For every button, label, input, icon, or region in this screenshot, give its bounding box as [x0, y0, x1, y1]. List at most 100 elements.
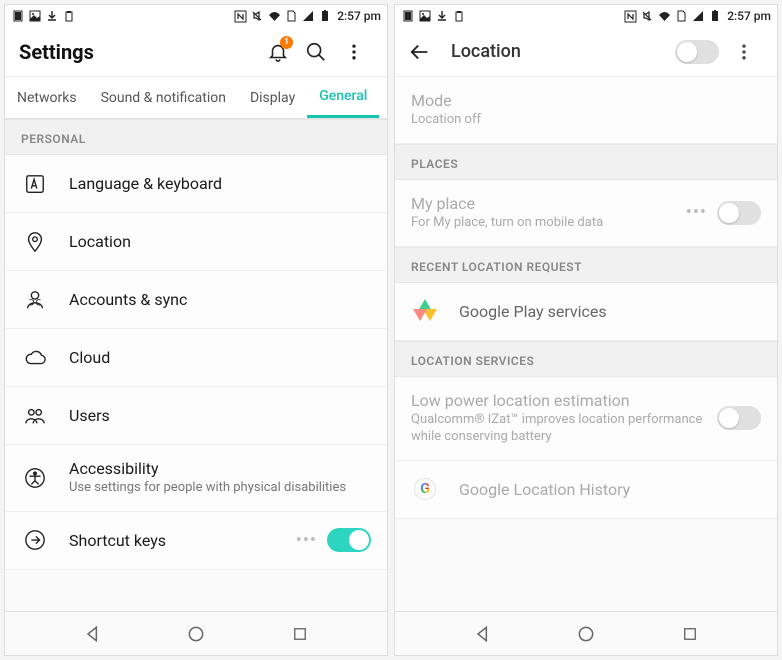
nav-recent[interactable] — [674, 618, 706, 650]
battery-icon — [318, 9, 332, 23]
status-bar: 2:57 pm — [395, 5, 777, 27]
overflow-menu-button[interactable] — [725, 33, 763, 71]
tab-general[interactable]: General — [307, 77, 379, 118]
row-sublabel: Location off — [411, 112, 761, 129]
picture-icon — [28, 9, 42, 23]
wifi-icon — [267, 9, 281, 23]
phone-location: 2:57 pm Location Mode Location off PLACE… — [394, 4, 778, 656]
battery100-icon — [11, 9, 25, 23]
mute-icon — [250, 9, 264, 23]
status-time: 2:57 pm — [337, 9, 381, 23]
accounts-icon — [21, 286, 49, 314]
row-users[interactable]: Users — [5, 387, 387, 445]
row-label: Low power location estimation — [411, 391, 717, 410]
wifi-icon — [657, 9, 671, 23]
status-bar-left — [401, 9, 466, 23]
search-button[interactable] — [297, 33, 335, 71]
row-google-location-history[interactable]: G Google Location History — [395, 461, 777, 519]
nav-bar — [395, 611, 777, 655]
row-cloud[interactable]: Cloud — [5, 329, 387, 387]
row-shortcut-keys[interactable]: Shortcut keys ••• — [5, 512, 387, 570]
nav-home[interactable] — [570, 618, 602, 650]
cloud-icon — [21, 344, 49, 372]
nfc-icon — [233, 9, 247, 23]
settings-header: Settings 1 — [5, 27, 387, 77]
section-personal: PERSONAL — [5, 119, 387, 155]
row-label: Language & keyboard — [69, 174, 371, 193]
nfc-icon — [623, 9, 637, 23]
signal-icon — [691, 9, 705, 23]
section-places: PLACES — [395, 144, 777, 180]
notification-badge: 1 — [280, 36, 293, 49]
my-place-toggle[interactable] — [717, 201, 761, 225]
row-label: Google Play services — [459, 302, 761, 321]
row-label: Accessibility — [69, 459, 371, 478]
row-label: Google Location History — [459, 480, 761, 499]
download-icon — [435, 9, 449, 23]
google-g-icon: G — [411, 475, 439, 503]
row-label: Shortcut keys — [69, 531, 296, 550]
row-sublabel: Use settings for people with physical di… — [69, 480, 371, 497]
nav-back[interactable] — [467, 618, 499, 650]
settings-list[interactable]: PERSONAL Language & keyboard Location Ac… — [5, 119, 387, 611]
row-accessibility[interactable]: Accessibility Use settings for people wi… — [5, 445, 387, 512]
location-pin-icon — [21, 228, 49, 256]
nav-recent[interactable] — [284, 618, 316, 650]
row-language-keyboard[interactable]: Language & keyboard — [5, 155, 387, 213]
row-sublabel: For My place, turn on mobile data — [411, 215, 686, 232]
row-my-place[interactable]: My place For My place, turn on mobile da… — [395, 180, 777, 247]
language-icon — [21, 170, 49, 198]
row-label: My place — [411, 194, 686, 213]
doc-icon — [674, 9, 688, 23]
row-location[interactable]: Location — [5, 213, 387, 271]
row-accounts-sync[interactable]: Accounts & sync — [5, 271, 387, 329]
tab-display[interactable]: Display — [238, 77, 307, 118]
location-header: Location — [395, 27, 777, 77]
google-play-icon — [411, 297, 439, 325]
row-label: Users — [69, 406, 371, 425]
clipboard-icon — [452, 9, 466, 23]
status-time: 2:57 pm — [727, 9, 771, 23]
page-title: Settings — [19, 40, 259, 64]
status-bar: 2:57 pm — [5, 5, 387, 27]
download-icon — [45, 9, 59, 23]
back-button[interactable] — [401, 33, 439, 71]
clipboard-icon — [62, 9, 76, 23]
settings-tabs: Networks Sound & notification Display Ge… — [5, 77, 387, 119]
more-dots-icon[interactable]: ••• — [296, 530, 317, 551]
shortcut-icon — [21, 526, 49, 554]
doc-icon — [284, 9, 298, 23]
battery100-icon — [401, 9, 415, 23]
shortcut-toggle[interactable] — [327, 528, 371, 552]
users-icon — [21, 402, 49, 430]
battery-icon — [708, 9, 722, 23]
status-bar-right: 2:57 pm — [233, 9, 381, 23]
mute-icon — [640, 9, 654, 23]
accessibility-icon — [21, 464, 49, 492]
row-label: Location — [69, 232, 371, 251]
nav-home[interactable] — [180, 618, 212, 650]
row-sublabel: Qualcomm® IZat™ improves location perfor… — [411, 412, 717, 446]
section-location-services: LOCATION SERVICES — [395, 341, 777, 377]
row-label: Accounts & sync — [69, 290, 371, 309]
signal-icon — [301, 9, 315, 23]
status-bar-right: 2:57 pm — [623, 9, 771, 23]
row-google-play-services[interactable]: Google Play services — [395, 283, 777, 341]
row-label: Cloud — [69, 348, 371, 367]
tab-networks[interactable]: Networks — [5, 77, 89, 118]
notifications-button[interactable]: 1 — [259, 33, 297, 71]
phone-settings: 2:57 pm Settings 1 Networks Sound & noti… — [4, 4, 388, 656]
row-label: Mode — [411, 91, 761, 110]
page-title: Location — [451, 41, 675, 62]
tab-sound[interactable]: Sound & notification — [89, 77, 238, 118]
nav-back[interactable] — [77, 618, 109, 650]
location-list[interactable]: Mode Location off PLACES My place For My… — [395, 77, 777, 611]
overflow-menu-button[interactable] — [335, 33, 373, 71]
low-power-toggle[interactable] — [717, 406, 761, 430]
more-dots-icon[interactable]: ••• — [686, 202, 707, 223]
location-master-toggle[interactable] — [675, 40, 719, 64]
picture-icon — [418, 9, 432, 23]
row-low-power-location[interactable]: Low power location estimation Qualcomm® … — [395, 377, 777, 461]
nav-bar — [5, 611, 387, 655]
row-mode[interactable]: Mode Location off — [395, 77, 777, 144]
